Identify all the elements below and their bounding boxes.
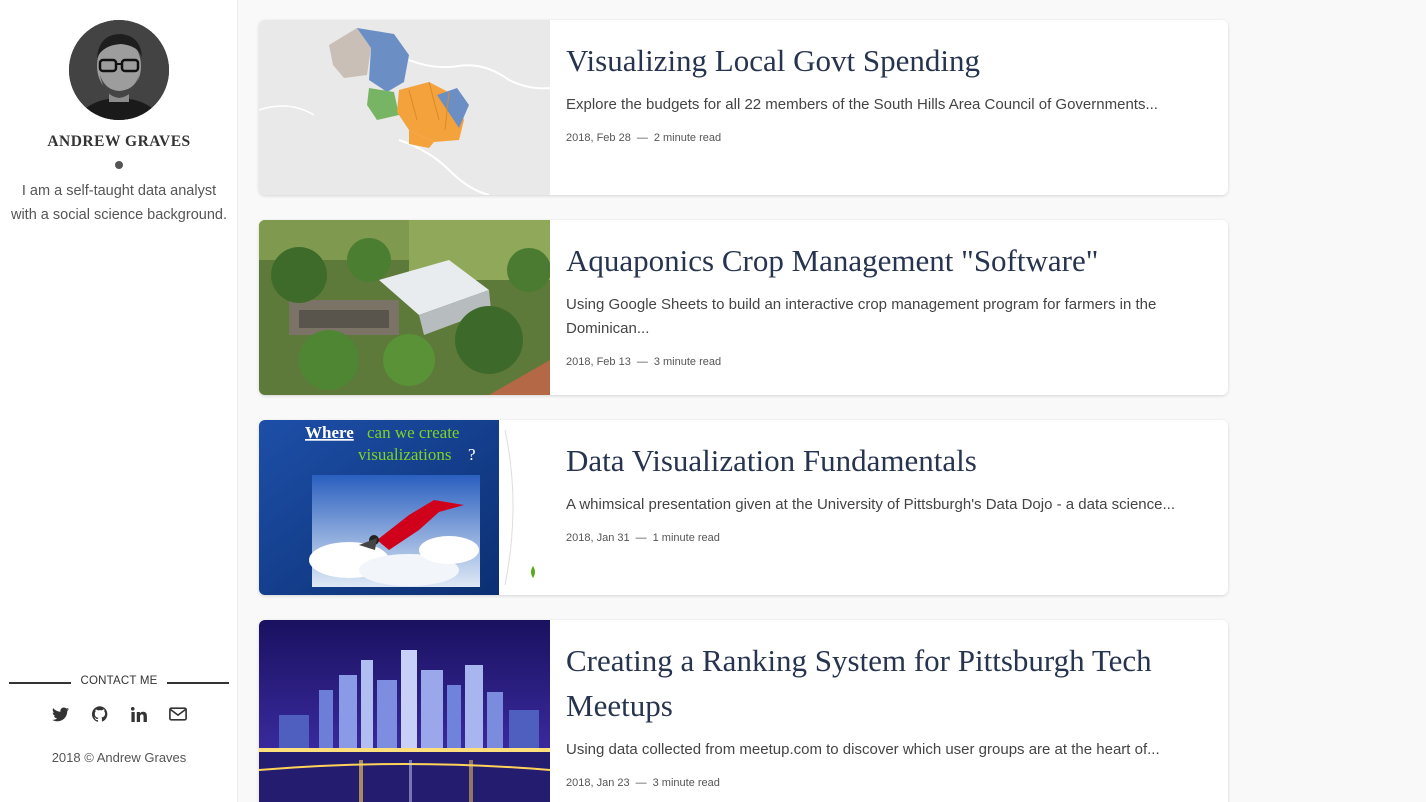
meta-separator: — — [635, 532, 647, 544]
post-date: 2018, Feb 28 — [566, 132, 631, 144]
post-body: Aquaponics Crop Management "Software" Us… — [566, 220, 1206, 368]
post-meta: 2018, Feb 28 — 2 minute read — [566, 132, 1206, 144]
post-excerpt: Using Google Sheets to build an interact… — [566, 296, 1157, 337]
post-meta: 2018, Jan 23 — 3 minute read — [566, 777, 1206, 789]
social-links — [0, 705, 238, 723]
map-thumbnail[interactable] — [259, 20, 550, 195]
divider-line — [9, 682, 71, 684]
post-excerpt: Using data collected from meetup.com to … — [566, 741, 1160, 758]
post-body: Data Visualization Fundamentals A whimsi… — [566, 420, 1206, 544]
page: ANDREW GRAVES I am a self-taught data an… — [0, 0, 1426, 802]
post-excerpt: A whimsical presentation given at the Un… — [566, 496, 1175, 513]
footer-copyright: 2018 © Andrew Graves — [51, 750, 187, 765]
city-skyline-thumbnail[interactable] — [259, 620, 550, 802]
divider-dot — [115, 161, 123, 169]
contact-heading: CONTACT ME — [9, 674, 229, 692]
post-date: 2018, Feb 13 — [566, 356, 631, 368]
post-excerpt: Explore the budgets for all 22 members o… — [566, 96, 1158, 113]
farm-aerial-thumbnail[interactable] — [259, 220, 550, 395]
post-read-time: 3 minute read — [652, 777, 720, 789]
post-title[interactable]: Data Visualization Fundamentals — [566, 438, 1206, 483]
slide-text-line2: visualizations — [358, 445, 451, 464]
post-card[interactable]: Creating a Ranking System for Pittsburgh… — [259, 620, 1228, 802]
email-icon[interactable] — [168, 705, 187, 723]
post-date: 2018, Jan 31 — [566, 532, 630, 544]
avatar[interactable] — [69, 20, 169, 120]
post-title[interactable]: Visualizing Local Govt Spending — [566, 38, 1206, 83]
linkedin-icon[interactable] — [130, 705, 148, 723]
post-read-time: 2 minute read — [653, 132, 722, 144]
meta-separator: — — [636, 132, 648, 144]
post-body: Visualizing Local Govt Spending Explore … — [566, 20, 1206, 144]
post-card[interactable]: Visualizing Local Govt Spending Explore … — [259, 20, 1228, 195]
post-date: 2018, Jan 23 — [566, 777, 630, 789]
post-meta: 2018, Jan 31 — 1 minute read — [566, 532, 1206, 544]
post-card[interactable]: Aquaponics Crop Management "Software" Us… — [259, 220, 1228, 395]
contact-label: CONTACT ME — [80, 675, 158, 687]
post-title[interactable]: Aquaponics Crop Management "Software" — [566, 238, 1206, 283]
post-card[interactable]: Where can we create visualizations ? Dat… — [259, 420, 1228, 595]
slide-thumbnail[interactable]: Where can we create visualizations ? — [259, 420, 550, 595]
meta-separator: — — [635, 777, 647, 789]
post-body: Creating a Ranking System for Pittsburgh… — [566, 620, 1206, 789]
slide-text-rest: can we create — [367, 423, 459, 442]
author-bio: I am a self-taught data analyst with a s… — [10, 183, 227, 223]
divider-line — [167, 682, 229, 684]
meta-separator: — — [636, 356, 648, 368]
post-read-time: 1 minute read — [652, 532, 720, 544]
post-read-time: 3 minute read — [653, 356, 722, 368]
author-name: ANDREW GRAVES — [47, 133, 191, 150]
post-title[interactable]: Creating a Ranking System for Pittsburgh… — [566, 638, 1206, 728]
twitter-icon[interactable] — [52, 705, 70, 723]
slide-text-where: Where — [305, 423, 354, 442]
github-icon[interactable] — [91, 705, 109, 723]
sidebar: ANDREW GRAVES I am a self-taught data an… — [0, 0, 238, 802]
post-meta: 2018, Feb 13 — 3 minute read — [566, 356, 1206, 368]
slide-text-q: ? — [468, 445, 476, 464]
